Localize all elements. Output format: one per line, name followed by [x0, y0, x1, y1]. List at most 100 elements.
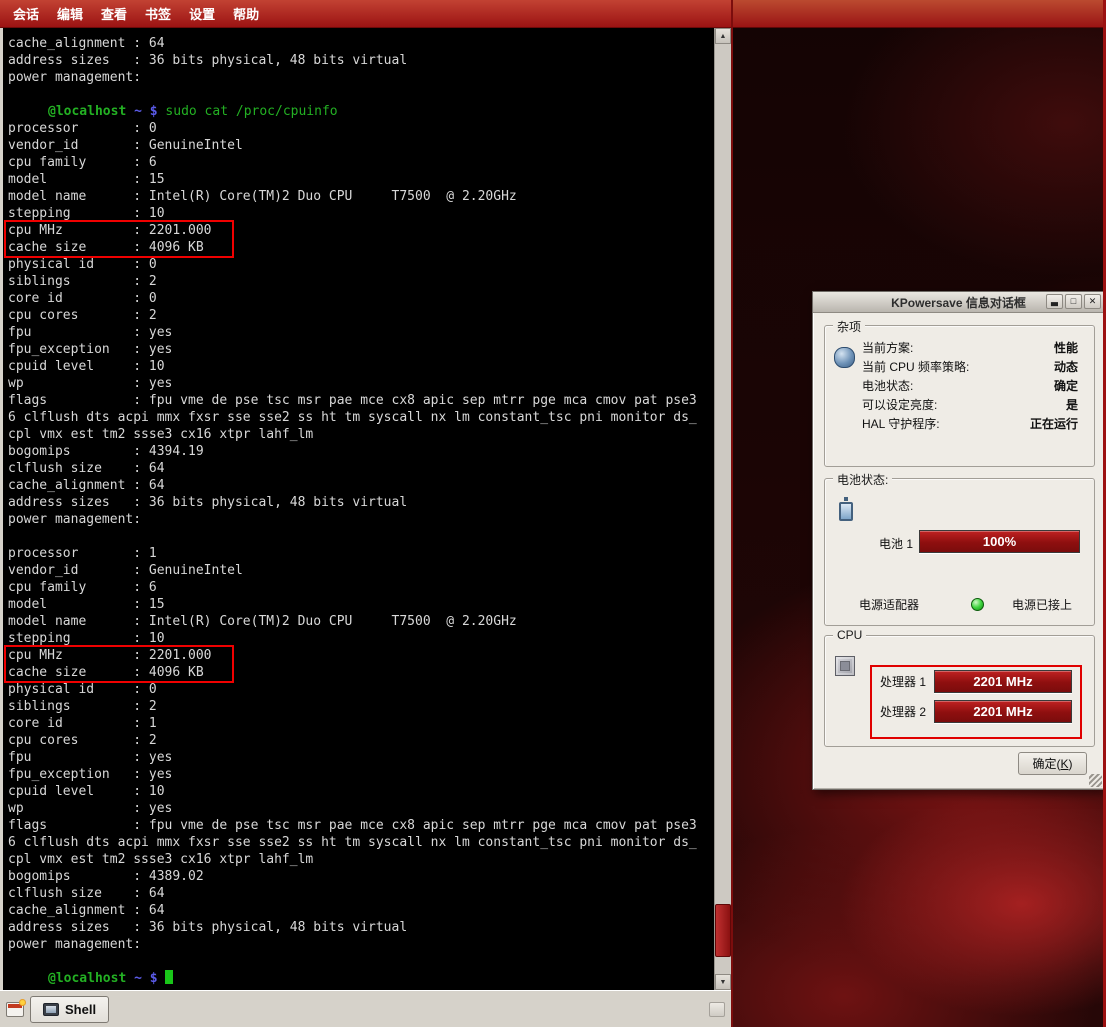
battery-label: 电池 1	[879, 535, 913, 552]
kpowersave-dialog: KPowersave 信息对话框 ▃ □ ✕ 杂项 当前方案:性能当前 CPU …	[812, 291, 1105, 790]
terminal-line: physical id : 0	[8, 256, 714, 273]
terminal-line: cpu MHz : 2201.000	[8, 222, 714, 239]
terminal-line: vendor_id : GenuineIntel	[8, 562, 714, 579]
misc-row-label: 电池状态:	[862, 377, 913, 394]
terminal-line: vendor_id : GenuineIntel	[8, 137, 714, 154]
menu-item[interactable]: 编辑	[48, 0, 92, 27]
cpu-rows: 处理器 12201 MHz处理器 22201 MHz	[880, 666, 1072, 726]
terminal-line	[8, 86, 714, 103]
dialog-title: KPowersave 信息对话框	[891, 294, 1026, 311]
terminal-line: fpu_exception : yes	[8, 766, 714, 783]
terminal-viewport[interactable]: cache_alignment : 64address sizes : 36 b…	[3, 28, 714, 990]
misc-group: 杂项 当前方案:性能当前 CPU 频率策略:动态电池状态:确定可以设定亮度:是H…	[824, 325, 1095, 467]
titlebar-buttons: ▃ □ ✕	[1046, 294, 1101, 309]
command-text: sudo cat /proc/cpuinfo	[165, 104, 337, 119]
menu-item[interactable]: 会话	[4, 0, 48, 27]
terminal-line	[8, 528, 714, 545]
terminal-line: siblings : 2	[8, 273, 714, 290]
terminal-line: fpu : yes	[8, 324, 714, 341]
terminal-line: model name : Intel(R) Core(TM)2 Duo CPU …	[8, 188, 714, 205]
terminal-line: flags : fpu vme de pse tsc msr pae mce c…	[8, 392, 714, 409]
terminal-line: cpl vmx est tm2 ssse3 cx16 xtpr lahf_lm	[8, 426, 714, 443]
close-icon[interactable]: ✕	[1084, 294, 1101, 309]
resize-grip[interactable]	[1089, 774, 1102, 787]
terminal-line: cpl vmx est tm2 ssse3 cx16 xtpr lahf_lm	[8, 851, 714, 868]
terminal-line: bogomips : 4389.02	[8, 868, 714, 885]
terminal-line: address sizes : 36 bits physical, 48 bit…	[8, 52, 714, 69]
terminal-line: bogomips : 4394.19	[8, 443, 714, 460]
minimize-icon[interactable]: ▃	[1046, 294, 1063, 309]
terminal-line: clflush size : 64	[8, 460, 714, 477]
misc-row-value: 动态	[1054, 358, 1078, 375]
menu-item[interactable]: 帮助	[224, 0, 268, 27]
processor-label: 处理器 2	[880, 703, 934, 720]
tab-label: Shell	[65, 1002, 96, 1017]
scroll-down-icon[interactable]: ▼	[715, 974, 731, 990]
terminal-area: cache_alignment : 64address sizes : 36 b…	[0, 28, 731, 990]
scroll-up-icon[interactable]: ▲	[715, 28, 731, 44]
cpu-frequency-bar: 2201 MHz	[934, 700, 1072, 723]
dialog-titlebar[interactable]: KPowersave 信息对话框 ▃ □ ✕	[813, 292, 1104, 313]
terminal-line: cpu MHz : 2201.000	[8, 647, 714, 664]
misc-row: HAL 守护程序:正在运行	[862, 414, 1078, 433]
misc-row-value: 性能	[1054, 339, 1078, 356]
terminal-line: power management:	[8, 511, 714, 528]
terminal-line: fpu : yes	[8, 749, 714, 766]
terminal-window: 会话编辑查看书签设置帮助 cache_alignment : 64address…	[0, 0, 731, 1027]
battery-group-title: 电池状态:	[833, 471, 892, 488]
prompt-host: @localhost	[48, 104, 126, 119]
terminal-line: stepping : 10	[8, 205, 714, 222]
terminal-line: 6 clflush dts acpi mmx fxsr sse sse2 ss …	[8, 409, 714, 426]
terminal-line: address sizes : 36 bits physical, 48 bit…	[8, 494, 714, 511]
maximize-icon[interactable]: □	[1065, 294, 1082, 309]
menu-item[interactable]: 查看	[92, 0, 136, 27]
terminal-line: @localhost ~ $ sudo cat /proc/cpuinfo	[8, 103, 714, 120]
terminal-line: flags : fpu vme de pse tsc msr pae mce c…	[8, 817, 714, 834]
battery-group: 电池状态: 电池 1 100% 电源适配器 电源已接上	[824, 478, 1095, 626]
tab-shell[interactable]: Shell	[30, 996, 109, 1023]
terminal-line: power management:	[8, 69, 714, 86]
terminal-line: fpu_exception : yes	[8, 341, 714, 358]
misc-rows: 当前方案:性能当前 CPU 频率策略:动态电池状态:确定可以设定亮度:是HAL …	[862, 338, 1078, 433]
terminal-scrollbar[interactable]: ▲ ▼	[714, 28, 731, 990]
scrollbar-thumb[interactable]	[715, 904, 731, 957]
terminal-line: clflush size : 64	[8, 885, 714, 902]
terminal-line: cpu family : 6	[8, 579, 714, 596]
adapter-status: 电源已接上	[1012, 596, 1072, 613]
terminal-line: cache_alignment : 64	[8, 35, 714, 52]
adapter-row: 电源适配器 电源已接上	[859, 595, 1082, 613]
terminal-line: 6 clflush dts acpi mmx fxsr sse sse2 ss …	[8, 834, 714, 851]
misc-group-title: 杂项	[833, 318, 865, 335]
battery-progressbar: 100%	[919, 530, 1080, 553]
cpu-group: CPU 处理器 12201 MHz处理器 22201 MHz	[824, 635, 1095, 747]
misc-row: 可以设定亮度:是	[862, 395, 1078, 414]
terminal-line: stepping : 10	[8, 630, 714, 647]
menu-item[interactable]: 书签	[136, 0, 180, 27]
tabbar-menu-icon[interactable]	[709, 1002, 725, 1017]
tab-bar: Shell	[0, 990, 731, 1027]
terminal-line: processor : 0	[8, 120, 714, 137]
cpu-row: 处理器 22201 MHz	[880, 696, 1072, 726]
terminal-line: cache size : 4096 KB	[8, 239, 714, 256]
battery-percent-text: 100%	[983, 534, 1016, 549]
misc-row-label: 可以设定亮度:	[862, 396, 937, 413]
terminal-line: cache_alignment : 64	[8, 477, 714, 494]
desktop: KPowersave 信息对话框 ▃ □ ✕ 杂项 当前方案:性能当前 CPU …	[731, 0, 1106, 1027]
terminal-line: cache_alignment : 64	[8, 902, 714, 919]
power-led-icon	[971, 598, 984, 611]
screen: 会话编辑查看书签设置帮助 cache_alignment : 64address…	[0, 0, 1106, 1027]
misc-row-value: 正在运行	[1030, 415, 1078, 432]
terminal-cursor	[165, 970, 173, 984]
battery-icon	[839, 502, 853, 521]
cpu-group-title: CPU	[833, 628, 866, 642]
terminal-line: core id : 1	[8, 715, 714, 732]
terminal-line: siblings : 2	[8, 698, 714, 715]
new-session-icon[interactable]	[6, 1002, 24, 1017]
misc-row: 当前方案:性能	[862, 338, 1078, 357]
adapter-label: 电源适配器	[859, 596, 955, 613]
menu-item[interactable]: 设置	[180, 0, 224, 27]
kpowersave-icon	[834, 347, 855, 368]
terminal-line: cache size : 4096 KB	[8, 664, 714, 681]
terminal-line: core id : 0	[8, 290, 714, 307]
ok-button[interactable]: 确定(K)	[1018, 752, 1087, 775]
